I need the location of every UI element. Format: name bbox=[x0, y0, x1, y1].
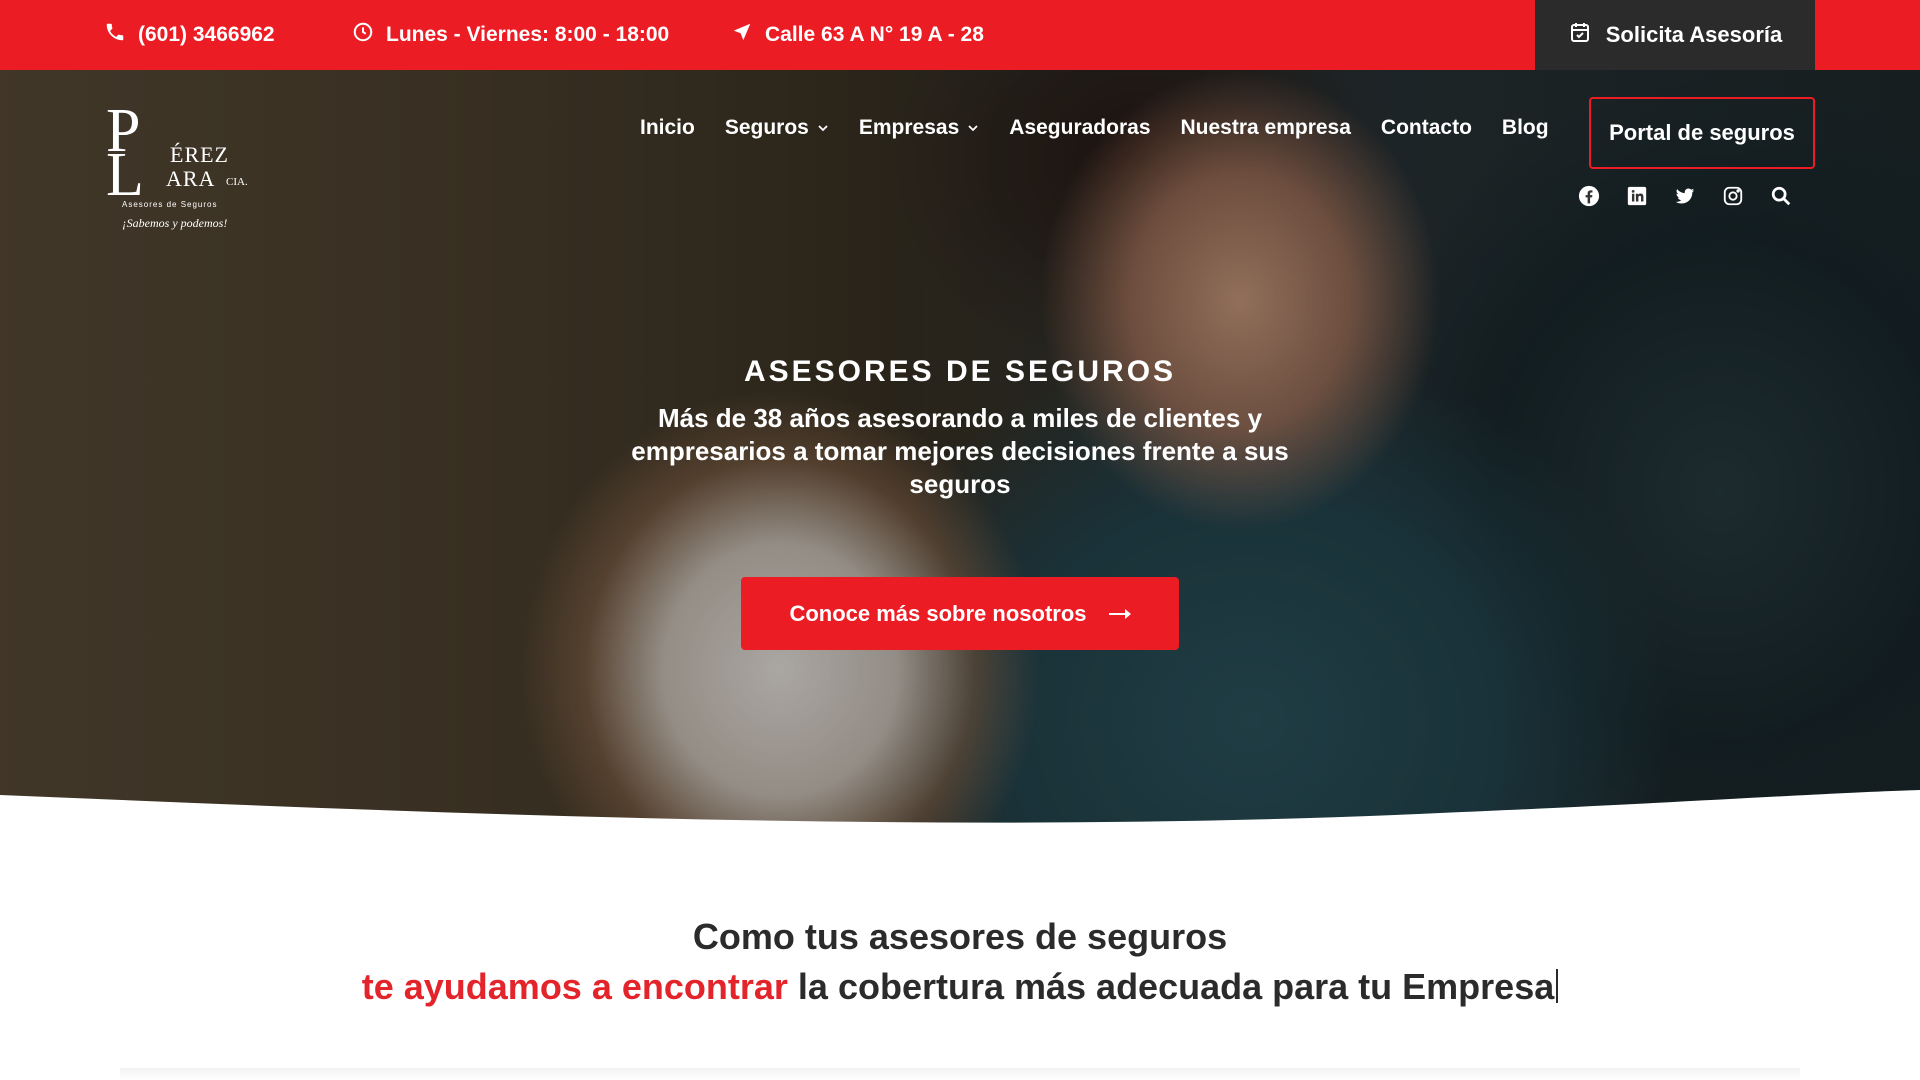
typing-cursor bbox=[1556, 969, 1559, 1003]
intro-rest-text: la cobertura más adecuada para tu Empres… bbox=[797, 966, 1555, 1007]
conoce-mas-button[interactable]: Conoce más sobre nosotros bbox=[741, 577, 1179, 650]
chevron-down-icon bbox=[967, 116, 979, 140]
top-bar: (601) 3466962 Lunes - Viernes: 8:00 - 18… bbox=[0, 0, 1920, 70]
topbar-address[interactable]: Calle 63 A N° 19 A - 28 bbox=[731, 0, 984, 70]
social-icons bbox=[1578, 185, 1792, 207]
nav-item-label: Aseguradoras bbox=[1009, 116, 1151, 139]
conoce-mas-label: Conoce más sobre nosotros bbox=[789, 600, 1087, 626]
location-arrow-icon bbox=[731, 21, 753, 49]
intro-heading-line2: te ayudamos a encontrar la cobertura más… bbox=[0, 966, 1920, 1008]
nav-item-label: Blog bbox=[1501, 116, 1549, 139]
cards-row-shadow bbox=[120, 1068, 1800, 1080]
nav-item-blog[interactable]: Blog bbox=[1502, 116, 1549, 140]
topbar-hours-text: Lunes - Viernes: 8:00 - 18:00 bbox=[386, 23, 670, 46]
hero-lead: Más de 38 años asesorando a miles de cli… bbox=[631, 403, 1289, 499]
instagram-icon[interactable] bbox=[1722, 185, 1744, 207]
linkedin-icon[interactable] bbox=[1626, 185, 1648, 207]
nav-item-inicio[interactable]: Inicio bbox=[640, 116, 695, 140]
nav-item-label: Contacto bbox=[1380, 116, 1472, 139]
portal-de-seguros-button[interactable]: Portal de seguros bbox=[1589, 97, 1815, 169]
search-icon[interactable] bbox=[1770, 185, 1792, 207]
nav-item-label: Inicio bbox=[640, 116, 695, 139]
logo-erez: ÉREZ bbox=[170, 142, 229, 167]
logo-ara: ARA bbox=[166, 166, 216, 191]
intro-accent-text: te ayudamos a encontrar bbox=[361, 966, 788, 1007]
intro-heading-line1: Como tus asesores de seguros bbox=[692, 916, 1228, 957]
topbar-address-text: Calle 63 A N° 19 A - 28 bbox=[765, 23, 984, 46]
hero-eyebrow: ASESORES DE SEGUROS bbox=[743, 355, 1177, 388]
topbar-hours: Lunes - Viernes: 8:00 - 18:00 bbox=[352, 0, 669, 70]
nav-item-label: Nuestra empresa bbox=[1180, 116, 1351, 139]
topbar-phone[interactable]: (601) 3466962 bbox=[104, 0, 275, 70]
clock-icon bbox=[352, 21, 374, 49]
phone-icon bbox=[104, 21, 126, 49]
nav-item-label: Empresas bbox=[858, 116, 960, 139]
logo-cia: CIA. bbox=[226, 176, 248, 188]
site-logo[interactable]: P L ÉREZ ARA CIA. Asesores de Seguros ¡S… bbox=[100, 97, 260, 240]
nav-item-contacto[interactable]: Contacto bbox=[1381, 116, 1472, 140]
arrow-right-icon bbox=[1108, 601, 1131, 627]
solicita-asesoria-button[interactable]: Solicita Asesoría bbox=[1535, 0, 1815, 70]
topbar-phone-text: (601) 3466962 bbox=[138, 23, 275, 46]
logo-subtitle: Asesores de Seguros bbox=[122, 200, 218, 209]
hero-wave-divider bbox=[0, 790, 1920, 845]
nav-item-nuestra-empresa[interactable]: Nuestra empresa bbox=[1181, 116, 1351, 140]
facebook-icon[interactable] bbox=[1578, 185, 1600, 207]
portal-de-seguros-label: Portal de seguros bbox=[1609, 120, 1795, 145]
nav-item-empresas[interactable]: Empresas bbox=[859, 116, 979, 140]
twitter-icon[interactable] bbox=[1674, 185, 1696, 207]
chevron-down-icon bbox=[817, 116, 829, 140]
main-nav: Inicio Seguros Empresas Aseguradoras Nue… bbox=[640, 116, 1579, 140]
calendar-check-icon bbox=[1568, 20, 1592, 50]
solicita-asesoria-label: Solicita Asesoría bbox=[1605, 22, 1783, 47]
nav-item-seguros[interactable]: Seguros bbox=[725, 116, 829, 140]
nav-item-aseguradoras[interactable]: Aseguradoras bbox=[1009, 116, 1150, 140]
logo-tagline: ¡Sabemos y podemos! bbox=[122, 216, 228, 230]
nav-item-label: Seguros bbox=[724, 116, 809, 139]
